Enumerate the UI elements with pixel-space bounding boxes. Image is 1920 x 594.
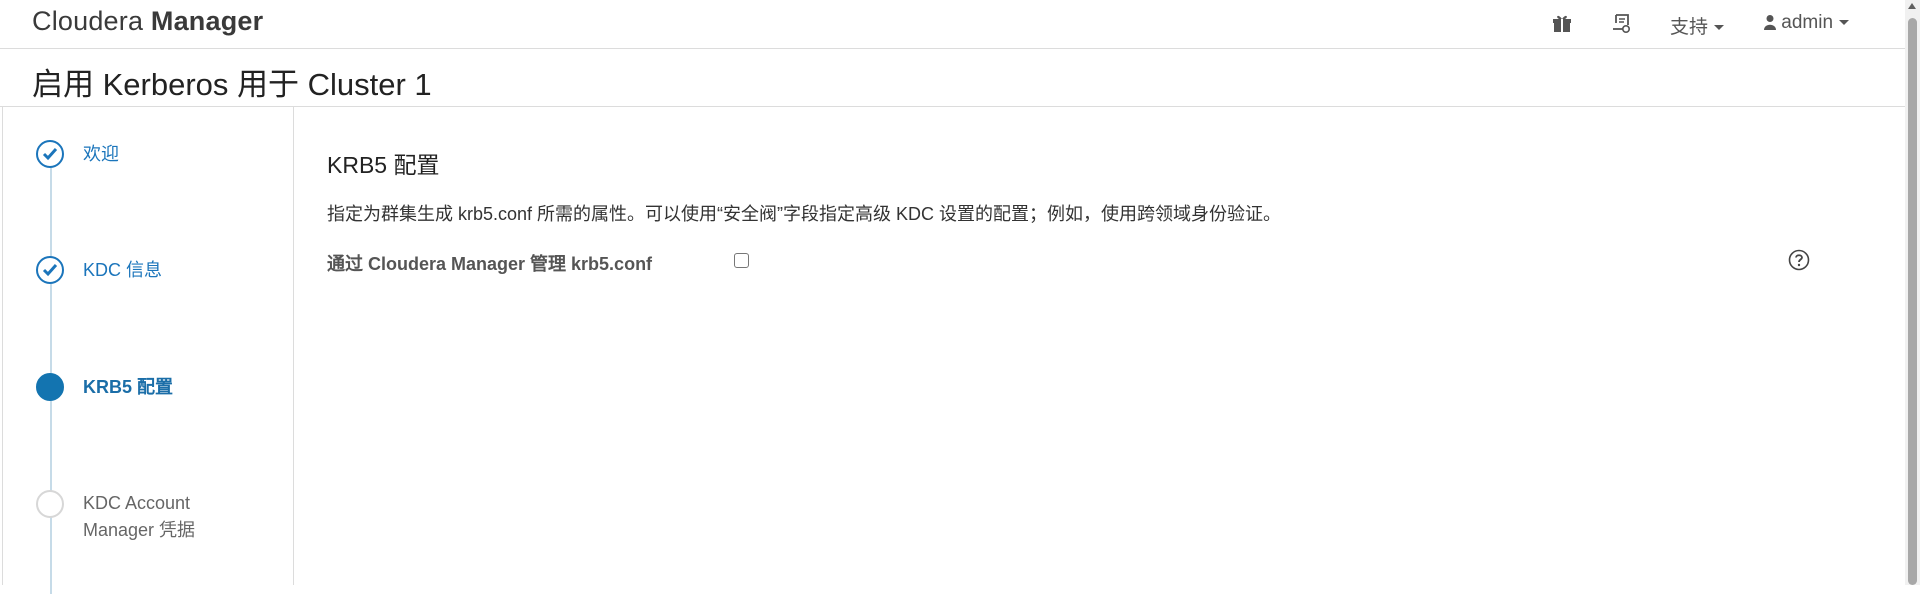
brand-name-bold: Manager (150, 6, 264, 36)
wizard-panel: 欢迎 KDC 信息 KRB5 配置 KDC Account Manager 凭据… (2, 106, 1906, 594)
manage-krb5-label: 通过 Cloudera Manager 管理 krb5.conf (327, 254, 653, 274)
user-menu-label: admin (1781, 12, 1834, 33)
chevron-down-icon (1714, 25, 1725, 31)
manage-krb5-checkbox[interactable] (734, 253, 749, 268)
step-label: 欢迎 (83, 144, 119, 164)
user-icon (1764, 14, 1776, 36)
check-icon (36, 256, 64, 284)
page-scrollbar[interactable] (1905, 0, 1920, 585)
main-content: KRB5 配置 指定为群集生成 krb5.conf 所需的属性。可以使用“安全阀… (325, 106, 1885, 585)
page-header: 启用 Kerberos 用于 Cluster 1 (0, 49, 1905, 107)
running-commands-icon[interactable] (1609, 11, 1633, 35)
step-krb5-config[interactable]: KRB5 配置 (3, 369, 293, 409)
help-icon[interactable] (1788, 249, 1810, 271)
step-kdc-account-credentials[interactable]: KDC Account Manager 凭据 (3, 486, 293, 546)
section-title: KRB5 配置 (327, 152, 440, 178)
chevron-down-icon (1839, 20, 1850, 26)
wizard-steps-sidebar: 欢迎 KDC 信息 KRB5 配置 KDC Account Manager 凭据 (3, 106, 294, 594)
check-icon (36, 140, 64, 168)
section-description: 指定为群集生成 krb5.conf 所需的属性。可以使用“安全阀”字段指定高级 … (327, 204, 1282, 224)
step-kdc-info[interactable]: KDC 信息 (3, 252, 293, 292)
pending-step-icon (36, 490, 64, 518)
top-navbar: Cloudera Manager 支持 admin (0, 0, 1905, 49)
brand-name-light: Cloudera (32, 6, 144, 36)
page-title: 启用 Kerberos 用于 Cluster 1 (32, 67, 432, 102)
brand-logo[interactable]: Cloudera Manager (32, 6, 263, 37)
support-menu[interactable]: 支持 (1670, 12, 1725, 39)
step-label: KDC 信息 (83, 260, 163, 280)
gift-icon[interactable] (1550, 11, 1574, 35)
step-label: KDC Account Manager 凭据 (83, 493, 196, 540)
current-step-icon (36, 373, 64, 401)
user-menu[interactable]: admin (1764, 12, 1850, 36)
scrollbar-thumb[interactable] (1908, 18, 1917, 585)
scroll-up-icon[interactable] (1908, 3, 1916, 9)
step-welcome[interactable]: 欢迎 (3, 136, 293, 176)
support-menu-label: 支持 (1670, 17, 1709, 38)
step-label: KRB5 配置 (83, 377, 174, 397)
